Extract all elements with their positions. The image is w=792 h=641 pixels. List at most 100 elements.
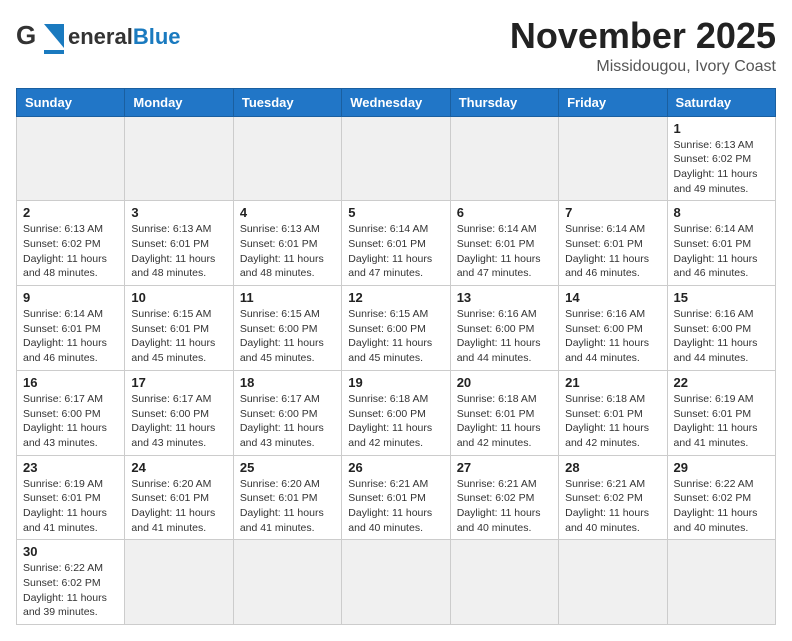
day-info: Sunrise: 6:14 AM Sunset: 6:01 PM Dayligh… <box>457 222 552 281</box>
calendar-cell: 11 Sunrise: 6:15 AM Sunset: 6:00 PM Dayli… <box>233 286 341 371</box>
calendar-week-row: 2 Sunrise: 6:13 AM Sunset: 6:02 PM Daylig… <box>17 201 776 286</box>
logo-icon: G <box>16 16 64 58</box>
col-header-sunday: Sunday <box>17 88 125 116</box>
day-number: 28 <box>565 460 660 475</box>
calendar-cell <box>342 116 450 201</box>
day-info: Sunrise: 6:20 AM Sunset: 6:01 PM Dayligh… <box>240 477 335 536</box>
calendar-cell: 24Sunrise: 6:20 AM Sunset: 6:01 PM Dayli… <box>125 455 233 540</box>
day-number: 8 <box>674 205 769 220</box>
day-info: Sunrise: 6:14 AM Sunset: 6:01 PM Dayligh… <box>565 222 660 281</box>
calendar-cell: 8 Sunrise: 6:14 AM Sunset: 6:01 PM Daylig… <box>667 201 775 286</box>
day-info: Sunrise: 6:21 AM Sunset: 6:01 PM Dayligh… <box>348 477 443 536</box>
calendar-cell: 26 Sunrise: 6:21 AM Sunset: 6:01 PM Dayli… <box>342 455 450 540</box>
calendar-cell <box>450 116 558 201</box>
col-header-tuesday: Tuesday <box>233 88 341 116</box>
day-number: 15 <box>674 290 769 305</box>
calendar-cell: 1 Sunrise: 6:13 AM Sunset: 6:02 PM Daylig… <box>667 116 775 201</box>
day-info: Sunrise: 6:14 AM Sunset: 6:01 PM Dayligh… <box>674 222 769 281</box>
day-number: 10 <box>131 290 226 305</box>
day-info: Sunrise: 6:15 AM Sunset: 6:00 PM Dayligh… <box>348 307 443 366</box>
day-info: Sunrise: 6:16 AM Sunset: 6:00 PM Dayligh… <box>565 307 660 366</box>
day-number: 6 <box>457 205 552 220</box>
location-title: Missidougou, Ivory Coast <box>510 58 776 76</box>
day-number: 5 <box>348 205 443 220</box>
calendar-cell: 13 Sunrise: 6:16 AM Sunset: 6:00 PM Dayli… <box>450 286 558 371</box>
calendar-cell: 2 Sunrise: 6:13 AM Sunset: 6:02 PM Daylig… <box>17 201 125 286</box>
day-number: 9 <box>23 290 118 305</box>
day-info: Sunrise: 6:18 AM Sunset: 6:00 PM Dayligh… <box>348 392 443 451</box>
day-info: Sunrise: 6:21 AM Sunset: 6:02 PM Dayligh… <box>565 477 660 536</box>
day-info: Sunrise: 6:15 AM Sunset: 6:00 PM Dayligh… <box>240 307 335 366</box>
day-info: Sunrise: 6:14 AM Sunset: 6:01 PM Dayligh… <box>23 307 118 366</box>
day-info: Sunrise: 6:19 AM Sunset: 6:01 PM Dayligh… <box>23 477 118 536</box>
day-number: 12 <box>348 290 443 305</box>
calendar-cell: 10 Sunrise: 6:15 AM Sunset: 6:01 PM Dayli… <box>125 286 233 371</box>
day-number: 29 <box>674 460 769 475</box>
day-info: Sunrise: 6:13 AM Sunset: 6:02 PM Dayligh… <box>674 138 769 197</box>
day-info: Sunrise: 6:14 AM Sunset: 6:01 PM Dayligh… <box>348 222 443 281</box>
col-header-saturday: Saturday <box>667 88 775 116</box>
day-info: Sunrise: 6:21 AM Sunset: 6:02 PM Dayligh… <box>457 477 552 536</box>
svg-text:G: G <box>16 20 36 50</box>
header: G eneralBlue November 2025 Missidougou, … <box>16 16 776 76</box>
day-info: Sunrise: 6:22 AM Sunset: 6:02 PM Dayligh… <box>23 561 118 620</box>
day-info: Sunrise: 6:15 AM Sunset: 6:01 PM Dayligh… <box>131 307 226 366</box>
calendar-cell: 4Sunrise: 6:13 AM Sunset: 6:01 PM Daylig… <box>233 201 341 286</box>
day-number: 30 <box>23 544 118 559</box>
calendar-cell: 12 Sunrise: 6:15 AM Sunset: 6:00 PM Dayli… <box>342 286 450 371</box>
day-number: 25 <box>240 460 335 475</box>
calendar-cell: 19 Sunrise: 6:18 AM Sunset: 6:00 PM Dayli… <box>342 370 450 455</box>
day-number: 1 <box>674 121 769 136</box>
title-section: November 2025 Missidougou, Ivory Coast <box>510 16 776 76</box>
calendar-week-row: 9 Sunrise: 6:14 AM Sunset: 6:01 PM Daylig… <box>17 286 776 371</box>
day-number: 17 <box>131 375 226 390</box>
col-header-thursday: Thursday <box>450 88 558 116</box>
calendar-cell: 21 Sunrise: 6:18 AM Sunset: 6:01 PM Dayli… <box>559 370 667 455</box>
day-info: Sunrise: 6:18 AM Sunset: 6:01 PM Dayligh… <box>457 392 552 451</box>
calendar-cell <box>233 116 341 201</box>
calendar-cell: 27 Sunrise: 6:21 AM Sunset: 6:02 PM Dayli… <box>450 455 558 540</box>
day-number: 21 <box>565 375 660 390</box>
calendar-header-row: SundayMondayTuesdayWednesdayThursdayFrid… <box>17 88 776 116</box>
day-info: Sunrise: 6:13 AM Sunset: 6:01 PM Dayligh… <box>131 222 226 281</box>
day-info: Sunrise: 6:16 AM Sunset: 6:00 PM Dayligh… <box>457 307 552 366</box>
calendar-cell: 16Sunrise: 6:17 AM Sunset: 6:00 PM Dayli… <box>17 370 125 455</box>
calendar-cell: 20Sunrise: 6:18 AM Sunset: 6:01 PM Dayli… <box>450 370 558 455</box>
day-number: 2 <box>23 205 118 220</box>
calendar-cell <box>125 116 233 201</box>
calendar-cell <box>559 116 667 201</box>
logo-text: eneralBlue <box>68 26 181 48</box>
calendar-table: SundayMondayTuesdayWednesdayThursdayFrid… <box>16 88 776 626</box>
day-info: Sunrise: 6:20 AM Sunset: 6:01 PM Dayligh… <box>131 477 226 536</box>
calendar-cell: 15 Sunrise: 6:16 AM Sunset: 6:00 PM Dayli… <box>667 286 775 371</box>
day-info: Sunrise: 6:17 AM Sunset: 6:00 PM Dayligh… <box>240 392 335 451</box>
calendar-week-row: 1 Sunrise: 6:13 AM Sunset: 6:02 PM Daylig… <box>17 116 776 201</box>
calendar-cell: 29 Sunrise: 6:22 AM Sunset: 6:02 PM Dayli… <box>667 455 775 540</box>
col-header-monday: Monday <box>125 88 233 116</box>
calendar-cell: 7Sunrise: 6:14 AM Sunset: 6:01 PM Daylig… <box>559 201 667 286</box>
day-number: 11 <box>240 290 335 305</box>
day-number: 16 <box>23 375 118 390</box>
day-number: 22 <box>674 375 769 390</box>
day-number: 13 <box>457 290 552 305</box>
day-info: Sunrise: 6:22 AM Sunset: 6:02 PM Dayligh… <box>674 477 769 536</box>
calendar-cell <box>17 116 125 201</box>
calendar-cell: 22 Sunrise: 6:19 AM Sunset: 6:01 PM Dayli… <box>667 370 775 455</box>
calendar-cell: 14Sunrise: 6:16 AM Sunset: 6:00 PM Dayli… <box>559 286 667 371</box>
calendar-cell: 17Sunrise: 6:17 AM Sunset: 6:00 PM Dayli… <box>125 370 233 455</box>
day-number: 27 <box>457 460 552 475</box>
calendar-cell: 5 Sunrise: 6:14 AM Sunset: 6:01 PM Daylig… <box>342 201 450 286</box>
calendar-cell: 25 Sunrise: 6:20 AM Sunset: 6:01 PM Dayli… <box>233 455 341 540</box>
calendar-cell: 18Sunrise: 6:17 AM Sunset: 6:00 PM Dayli… <box>233 370 341 455</box>
day-info: Sunrise: 6:16 AM Sunset: 6:00 PM Dayligh… <box>674 307 769 366</box>
day-info: Sunrise: 6:19 AM Sunset: 6:01 PM Dayligh… <box>674 392 769 451</box>
day-info: Sunrise: 6:13 AM Sunset: 6:02 PM Dayligh… <box>23 222 118 281</box>
col-header-wednesday: Wednesday <box>342 88 450 116</box>
calendar-week-row: 23Sunrise: 6:19 AM Sunset: 6:01 PM Dayli… <box>17 455 776 540</box>
month-title: November 2025 <box>510 16 776 56</box>
day-number: 19 <box>348 375 443 390</box>
calendar-cell: 9 Sunrise: 6:14 AM Sunset: 6:01 PM Daylig… <box>17 286 125 371</box>
day-info: Sunrise: 6:18 AM Sunset: 6:01 PM Dayligh… <box>565 392 660 451</box>
calendar-cell: 23Sunrise: 6:19 AM Sunset: 6:01 PM Dayli… <box>17 455 125 540</box>
day-number: 26 <box>348 460 443 475</box>
